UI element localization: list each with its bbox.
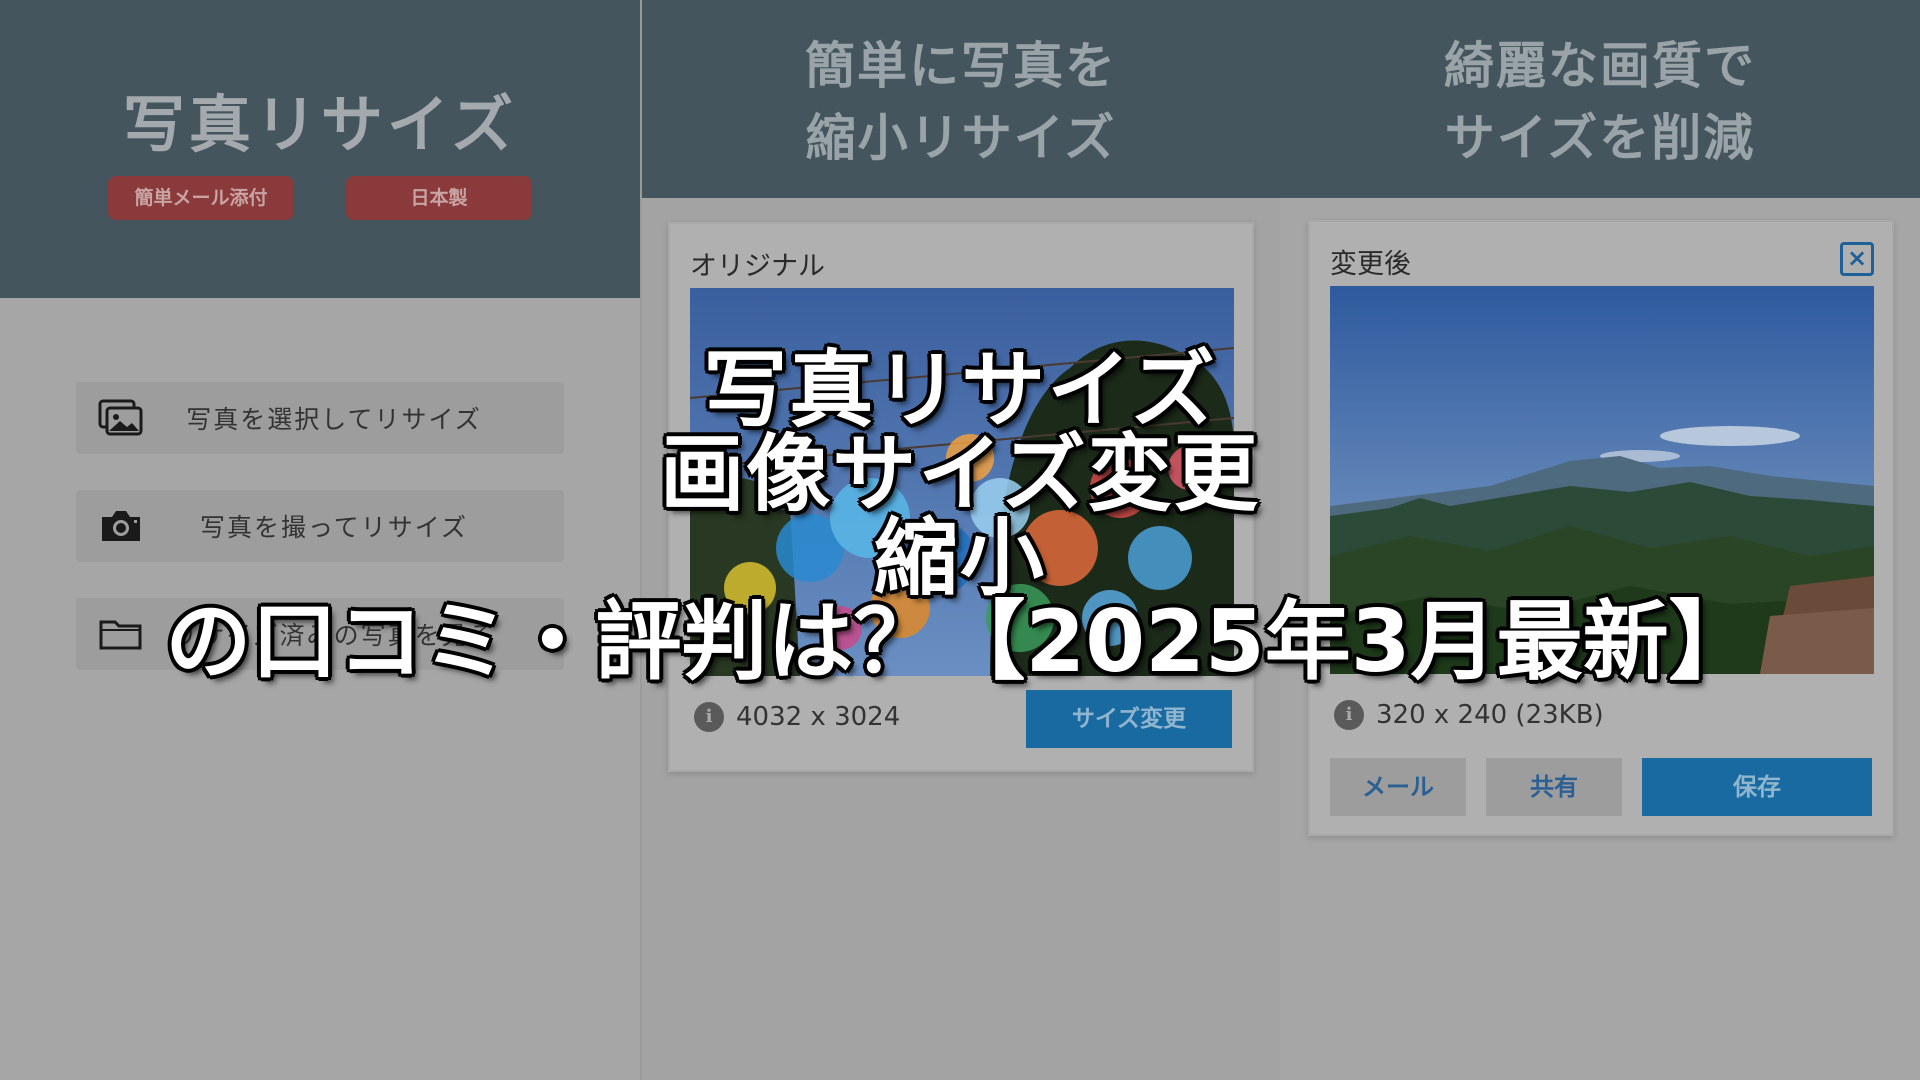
right-tagline: 綺麗な画質で サイズを削減	[1280, 30, 1920, 174]
app-header: 写真リサイズ 簡単メール添付 日本製	[0, 0, 640, 298]
view-resized-label: リサイズ済みの写真を見る	[172, 621, 496, 650]
select-photo-button[interactable]: 写真を選択してリサイズ	[76, 382, 564, 454]
take-photo-button[interactable]: 写真を撮ってリサイズ	[76, 490, 564, 562]
folder-icon	[98, 614, 144, 654]
camera-icon	[98, 506, 144, 546]
share-button[interactable]: 共有	[1486, 758, 1622, 816]
original-info: i 4032 x 3024	[694, 702, 900, 732]
middle-tagline-line-1: 簡単に写真を	[805, 37, 1117, 95]
original-card: オリジナル i 4032 x 3024 サイズ変更	[668, 222, 1254, 772]
save-button[interactable]: 保存	[1642, 758, 1872, 816]
email-badge: 簡単メール添付	[108, 176, 294, 220]
app-title: 写真リサイズ	[122, 88, 518, 161]
view-resized-button[interactable]: リサイズ済みの写真を見る	[76, 598, 564, 670]
middle-tagline-line-2: 縮小リサイズ	[805, 109, 1117, 167]
left-panel: 写真リサイズ 簡単メール添付 日本製 写真を選択してリサイズ 写真を撮ってリサイ…	[0, 0, 640, 1080]
right-header: 綺麗な画質で サイズを削減	[1280, 0, 1920, 198]
right-tagline-line-2: サイズを削減	[1444, 109, 1756, 167]
balloons-photo	[690, 288, 1234, 676]
original-title: オリジナル	[690, 251, 825, 282]
mail-button[interactable]: メール	[1330, 758, 1466, 816]
after-dimensions: 320 x 240 (23KB)	[1376, 700, 1604, 730]
middle-tagline: 簡単に写真を 縮小リサイズ	[642, 30, 1280, 174]
after-info: i 320 x 240 (23KB)	[1334, 700, 1604, 730]
after-card: 変更後 × i 320 x 240 (23KB) メール 共有 保存	[1308, 220, 1894, 836]
gallery-icon	[98, 398, 144, 438]
right-panel: 綺麗な画質で サイズを削減 変更後 × i 320 x 240 (23KB) メ…	[1280, 0, 1920, 1080]
select-photo-label: 写真を選択してリサイズ	[186, 405, 482, 434]
close-icon[interactable]: ×	[1840, 242, 1874, 276]
original-dimensions: 4032 x 3024	[736, 702, 901, 732]
take-photo-label: 写真を撮ってリサイズ	[199, 513, 468, 542]
middle-panel: 簡単に写真を 縮小リサイズ オリジナル i 4032 x 3024 サイズ変更	[640, 0, 1280, 1080]
after-title: 変更後	[1330, 249, 1411, 280]
resize-button[interactable]: サイズ変更	[1026, 690, 1232, 748]
right-tagline-line-1: 綺麗な画質で	[1444, 37, 1756, 95]
middle-header: 簡単に写真を 縮小リサイズ	[642, 0, 1280, 198]
info-icon: i	[694, 702, 724, 732]
info-icon: i	[1334, 700, 1364, 730]
made-in-japan-badge: 日本製	[346, 176, 532, 220]
mountain-photo	[1330, 286, 1874, 674]
